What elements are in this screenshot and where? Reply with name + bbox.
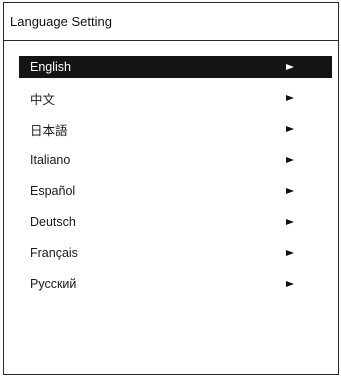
language-item-italian[interactable]: Italiano: [19, 149, 332, 171]
language-label: Русский: [30, 277, 77, 291]
language-label: Español: [30, 184, 76, 198]
language-label: 中文: [30, 92, 56, 107]
arrow-right-icon: [286, 219, 294, 225]
arrow-right-icon: [286, 157, 294, 163]
arrow-right-icon: [286, 126, 294, 132]
language-item-chinese[interactable]: 中文: [19, 87, 332, 109]
language-item-english[interactable]: English: [19, 56, 332, 78]
language-item-german[interactable]: Deutsch: [19, 211, 332, 233]
language-item-japanese[interactable]: 日本語: [19, 118, 332, 140]
arrow-right-icon: [286, 188, 294, 194]
window-title: Language Setting: [10, 14, 112, 29]
language-label: Deutsch: [30, 215, 76, 229]
arrow-right-icon: [286, 250, 294, 256]
language-label: English: [30, 60, 71, 74]
arrow-right-icon: [286, 281, 294, 287]
language-label: Italiano: [30, 153, 71, 167]
arrow-right-icon: [286, 95, 294, 101]
title-bar: Language Setting: [4, 3, 338, 41]
language-item-russian[interactable]: Русский: [19, 273, 332, 295]
language-item-french[interactable]: Français: [19, 242, 332, 264]
language-setting-window: Language Setting English 中文 日本語 Italiano…: [3, 2, 339, 375]
language-item-spanish[interactable]: Español: [19, 180, 332, 202]
language-label: 日本語: [30, 123, 68, 138]
language-menu: English 中文 日本語 Italiano Español Deutsch …: [19, 56, 332, 304]
language-label: Français: [30, 246, 78, 260]
arrow-right-icon: [286, 64, 294, 70]
